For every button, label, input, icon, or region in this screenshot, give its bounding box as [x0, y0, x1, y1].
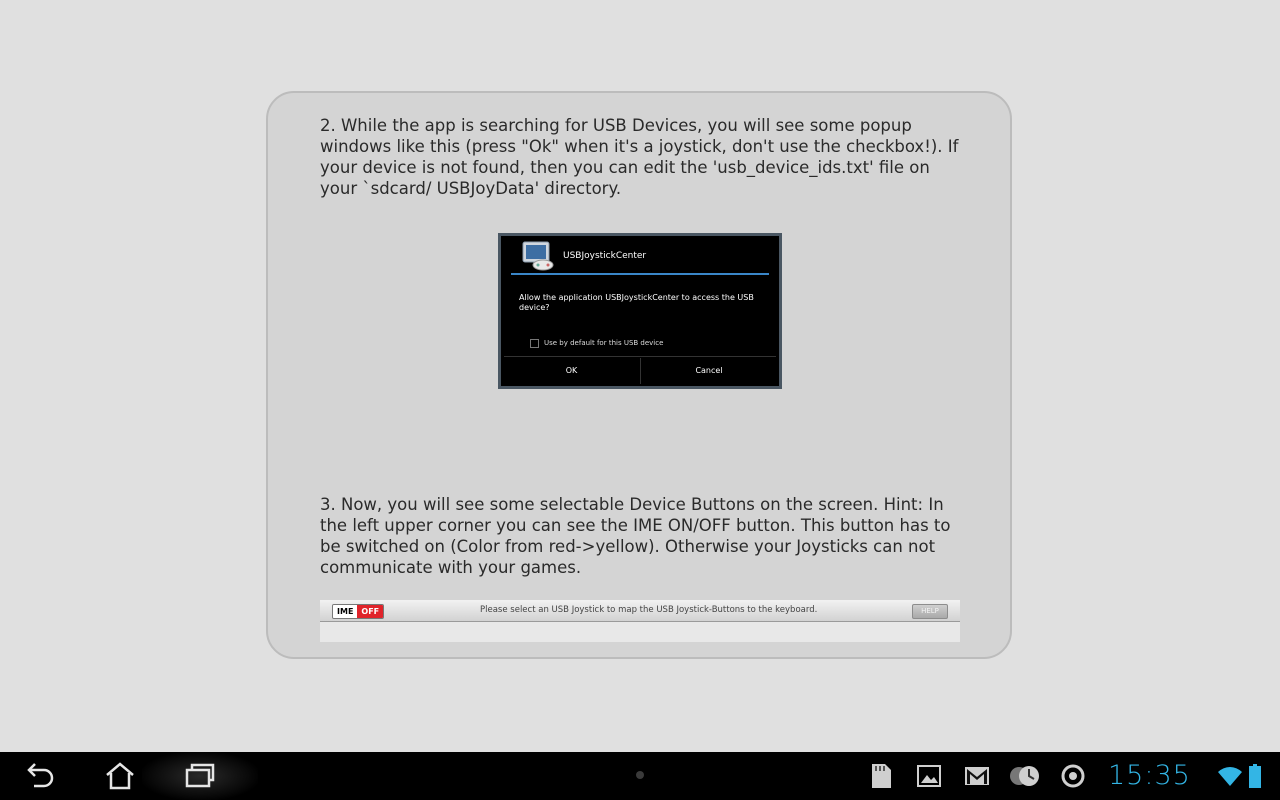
home-button[interactable] [96, 752, 144, 800]
monitor-joystick-icon [522, 241, 554, 271]
dialog-title: USBJoystickCenter [563, 251, 647, 261]
back-icon [27, 763, 54, 788]
dialog-cancel-button: Cancel [640, 358, 777, 384]
help-button: HELP [912, 604, 948, 619]
wifi-icon [1218, 767, 1242, 786]
usb-permission-dialog-image: USBJoystickCenter Allow the application … [498, 233, 782, 389]
app-icon [1061, 764, 1085, 788]
sd-card-icon [872, 764, 891, 788]
gallery-icon [917, 765, 941, 787]
status-clock[interactable]: 15:35 [1108, 760, 1191, 791]
dialog-button-divider [504, 356, 776, 357]
ime-label: IME [333, 605, 358, 618]
ime-toggle: IME OFF [332, 604, 385, 619]
ime-state-label: OFF [357, 605, 384, 618]
app-notification[interactable] [1058, 762, 1088, 790]
home-icon [106, 762, 134, 790]
gmail-notification[interactable] [962, 762, 992, 790]
recent-apps-button[interactable] [176, 752, 224, 800]
ime-bar: IME OFF Please select an USB Joystick to… [320, 600, 960, 622]
gallery-notification[interactable] [915, 762, 943, 790]
step-3-text: 3. Now, you will see some selectable Dev… [320, 495, 951, 577]
dialog-ok-button: OK [565, 366, 578, 375]
battery-status [1246, 762, 1264, 790]
recent-apps-icon [185, 763, 215, 788]
default-checkbox-label: Use by default for this USB device [544, 339, 664, 347]
wifi-status [1216, 762, 1244, 790]
step-2-text: 2. While the app is searching for USB De… [320, 116, 959, 198]
ime-bar-message: Please select an USB Joystick to map the… [480, 605, 818, 615]
dialog-title-divider [511, 273, 769, 275]
gmail-icon [965, 767, 989, 785]
sd-card-notification[interactable] [868, 762, 894, 790]
battery-icon [1249, 764, 1261, 788]
nav-center-dot [636, 771, 644, 779]
clock-sync-icon [1010, 766, 1039, 786]
ime-bar-image: IME OFF Please select an USB Joystick to… [320, 600, 960, 642]
back-button[interactable] [16, 752, 64, 800]
default-checkbox [530, 339, 539, 348]
clock-sync-notification[interactable] [1008, 762, 1042, 790]
dialog-message: Allow the application USBJoystickCenter … [519, 293, 754, 312]
